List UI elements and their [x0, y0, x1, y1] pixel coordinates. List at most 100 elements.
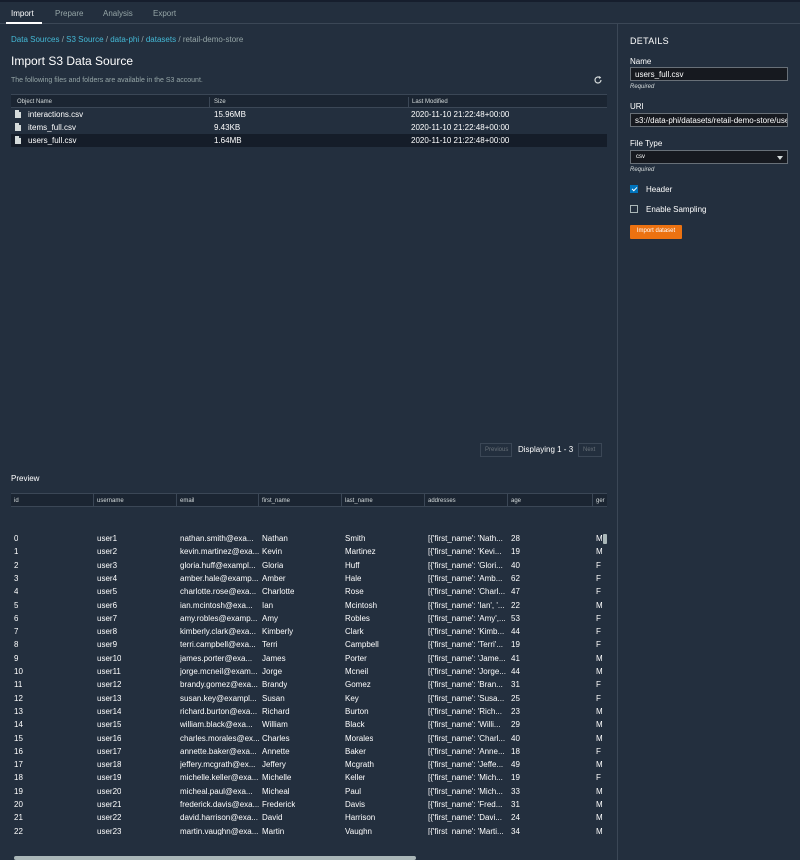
preview-row: 12 user13 susan.key@exampl... Susan Key [{'fi…	[11, 692, 607, 705]
name-input[interactable]: users_full.csv	[630, 67, 788, 81]
enable-sampling-label[interactable]: Enable Sampling	[646, 205, 706, 214]
preview-col-header[interactable]: email	[180, 498, 194, 504]
preview-cell: Charles	[262, 733, 290, 743]
header-checkbox[interactable]	[630, 185, 638, 193]
preview-cell: 47	[511, 587, 520, 597]
preview-cell: 7	[14, 627, 19, 637]
preview-col-header[interactable]: first_name	[262, 498, 290, 504]
preview-cell: user4	[97, 573, 118, 583]
vertical-scrollbar[interactable]	[603, 534, 607, 544]
preview-cell: M	[596, 826, 603, 835]
breadcrumb-data-sources[interactable]: Data Sources	[11, 35, 59, 44]
tab-prepare[interactable]: Prepare	[55, 9, 83, 18]
preview-cell: Martinez	[345, 547, 376, 557]
col-size[interactable]: Size	[214, 99, 226, 105]
column-divider	[592, 494, 593, 507]
breadcrumb-s3-source[interactable]: S3 Source	[66, 35, 103, 44]
file-row[interactable]: items_full.csv 9.43KB 2020-11-10 21:22:4…	[11, 121, 607, 134]
pagination-status: Displaying 1 - 3	[518, 445, 574, 454]
file-row-selected[interactable]: users_full.csv 1.64MB 2020-11-10 21:22:4…	[11, 134, 607, 147]
file-size: 9.43KB	[214, 123, 241, 132]
top-border	[0, 0, 800, 2]
preview-cell: user1	[97, 534, 118, 543]
preview-cell: user16	[97, 733, 122, 743]
column-divider	[176, 494, 177, 507]
preview-cell: [{'first_name': 'Anne...	[428, 746, 505, 756]
details-title: DETAILS	[630, 36, 669, 46]
file-type-label: File Type	[630, 139, 663, 148]
next-button[interactable]: Next	[578, 443, 602, 457]
refresh-icon[interactable]	[593, 75, 603, 85]
col-last-modified[interactable]: Last Modified	[412, 99, 448, 105]
preview-row: 4 user5 charlotte.rose@exa... Charlotte Rose…	[11, 585, 607, 598]
preview-col-header[interactable]: username	[97, 498, 124, 504]
breadcrumb-datasets[interactable]: datasets	[146, 35, 176, 44]
preview-cell: jorge.mcneil@exam...	[180, 667, 258, 676]
preview-cell: user5	[97, 587, 118, 597]
preview-cell: [{'first_name': 'Jeffe...	[428, 760, 504, 770]
preview-cell: frederick.davis@exa...	[180, 800, 260, 809]
preview-cell: 20	[14, 800, 23, 809]
file-type-value: csv	[636, 154, 645, 160]
previous-button[interactable]: Previous	[480, 443, 512, 457]
preview-cell: M	[596, 813, 603, 823]
preview-row: 18 user19 michelle.keller@exa... Michelle Ke…	[11, 771, 607, 784]
preview-cell: 28	[511, 534, 520, 543]
preview-cell: Keller	[345, 773, 366, 783]
horizontal-scrollbar[interactable]	[14, 856, 416, 860]
preview-cell: [{'first_name': 'Terri'...	[428, 640, 504, 650]
preview-cell: 19	[511, 547, 520, 557]
preview-cell: 33	[511, 786, 520, 796]
file-modified: 2020-11-10 21:22:48+00:00	[411, 136, 510, 145]
preview-cell: user11	[97, 667, 121, 676]
preview-cell: user15	[97, 720, 122, 730]
preview-cell: M	[596, 600, 603, 610]
uri-input[interactable]: s3://data-phi/datasets/retail-demo-store…	[630, 113, 788, 127]
tab-analysis[interactable]: Analysis	[103, 9, 133, 18]
preview-cell: 3	[14, 573, 19, 583]
preview-cell: user20	[97, 786, 122, 796]
preview-col-header[interactable]: addresses	[428, 498, 456, 504]
preview-col-header[interactable]: ger	[596, 498, 605, 504]
preview-col-header[interactable]: id	[14, 498, 19, 504]
preview-row: 14 user15 william.black@exa... William Black…	[11, 718, 607, 731]
preview-col-header[interactable]: last_name	[345, 498, 373, 504]
chevron-down-icon	[777, 156, 783, 160]
preview-cell: user14	[97, 706, 122, 716]
preview-cell: 40	[511, 560, 520, 570]
preview-cell: user6	[97, 600, 118, 610]
breadcrumb: Data Sources / S3 Source / data-phi / da…	[11, 35, 243, 44]
preview-cell: James	[262, 653, 286, 663]
breadcrumb-data-phi[interactable]: data-phi	[110, 35, 139, 44]
tab-export[interactable]: Export	[153, 9, 176, 18]
preview-row: 5 user6 ian.mcintosh@exa... Ian Mcintosh [{'f…	[11, 599, 607, 612]
preview-cell: 16	[14, 746, 23, 756]
preview-row: 21 user22 david.harrison@exa... David Harris…	[11, 811, 607, 824]
preview-row: 13 user14 richard.burton@exa... Richard Burt…	[11, 705, 607, 718]
file-type-select[interactable]: csv	[630, 150, 788, 164]
preview-col-header[interactable]: age	[511, 498, 521, 504]
preview-cell: F	[596, 693, 601, 703]
col-object-name[interactable]: Object Name	[17, 99, 52, 105]
preview-cell: 5	[14, 600, 19, 610]
preview-cell: 21	[14, 813, 23, 823]
preview-cell: user22	[97, 813, 122, 823]
preview-cell: brandy.gomez@exa...	[180, 680, 258, 690]
preview-row: 16 user17 annette.baker@exa... Annette Baker…	[11, 745, 607, 758]
import-dataset-button[interactable]: Import dataset	[630, 225, 682, 239]
preview-cell: Harrison	[345, 813, 376, 823]
preview-cell: [{'first_name': 'Kimb...	[428, 627, 505, 637]
tab-import[interactable]: Import	[11, 9, 34, 18]
enable-sampling-checkbox[interactable]	[630, 205, 638, 213]
preview-cell: 9	[14, 653, 19, 663]
preview-cell: charles.morales@ex...	[180, 733, 260, 743]
preview-cell: Susan	[262, 693, 285, 703]
preview-cell: terri.campbell@exa...	[180, 640, 256, 650]
header-checkbox-label[interactable]: Header	[646, 185, 672, 194]
preview-cell: martin.vaughn@exa...	[180, 826, 259, 835]
preview-cell: user13	[97, 693, 122, 703]
file-row[interactable]: interactions.csv 15.96MB 2020-11-10 21:2…	[11, 108, 607, 121]
file-icon	[15, 110, 21, 118]
file-name: items_full.csv	[28, 123, 77, 132]
preview-cell: david.harrison@exa...	[180, 813, 258, 823]
